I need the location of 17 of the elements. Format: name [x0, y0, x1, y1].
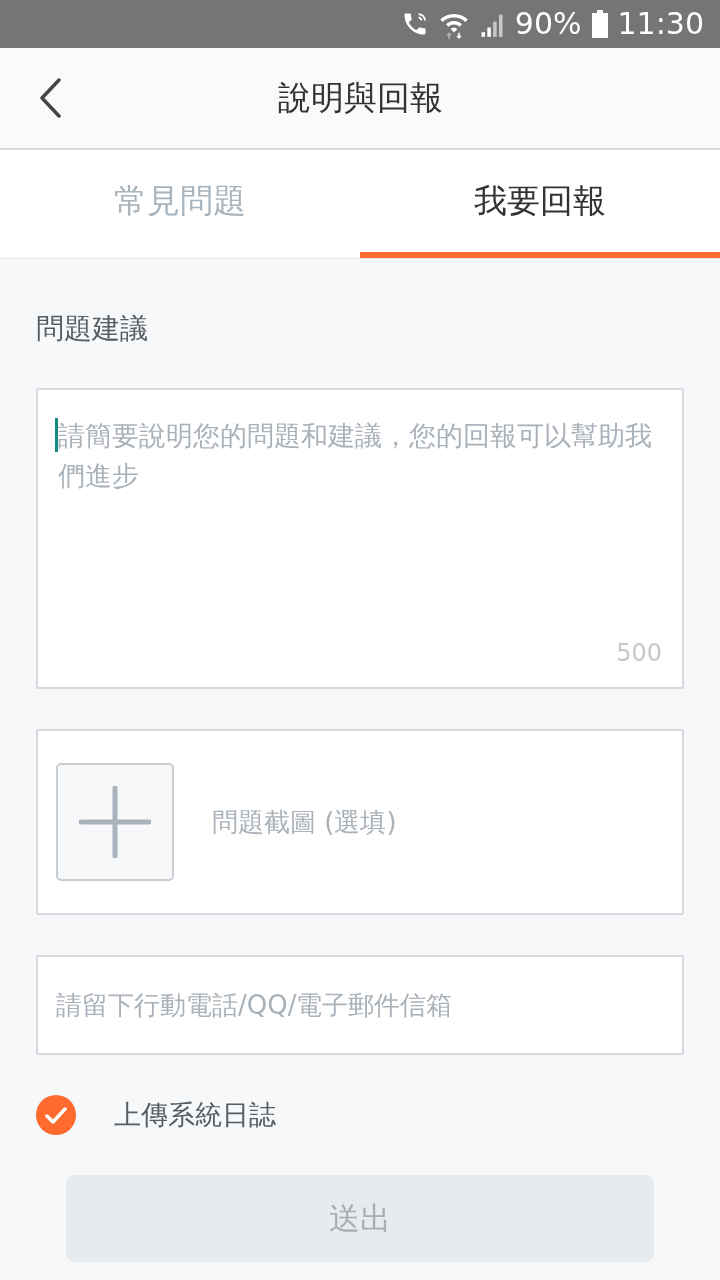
text-cursor-icon — [55, 418, 58, 452]
battery-percentage: 90% — [514, 9, 582, 39]
checkbox[interactable] — [36, 1095, 76, 1135]
checkmark-icon — [45, 1106, 67, 1124]
clock-time: 11:30 — [617, 9, 704, 39]
upload-log-label: 上傳系統日誌 — [114, 1098, 276, 1132]
add-screenshot-button[interactable] — [56, 763, 174, 881]
page-title: 說明與回報 — [277, 76, 443, 119]
tab[interactable]: 常見問題 — [0, 150, 360, 258]
plus-icon — [79, 786, 151, 858]
contact-field[interactable]: 請留下行動電話/QQ/電子郵件信箱 — [36, 955, 684, 1055]
section-label: 問題建議 — [36, 311, 149, 347]
tab[interactable]: 我要回報 — [360, 150, 720, 258]
chevron-left-icon — [39, 78, 61, 118]
character-counter: 500 — [616, 639, 662, 667]
battery-icon — [591, 10, 608, 38]
screenshot-label: 問題截圖 (選填) — [212, 805, 397, 839]
